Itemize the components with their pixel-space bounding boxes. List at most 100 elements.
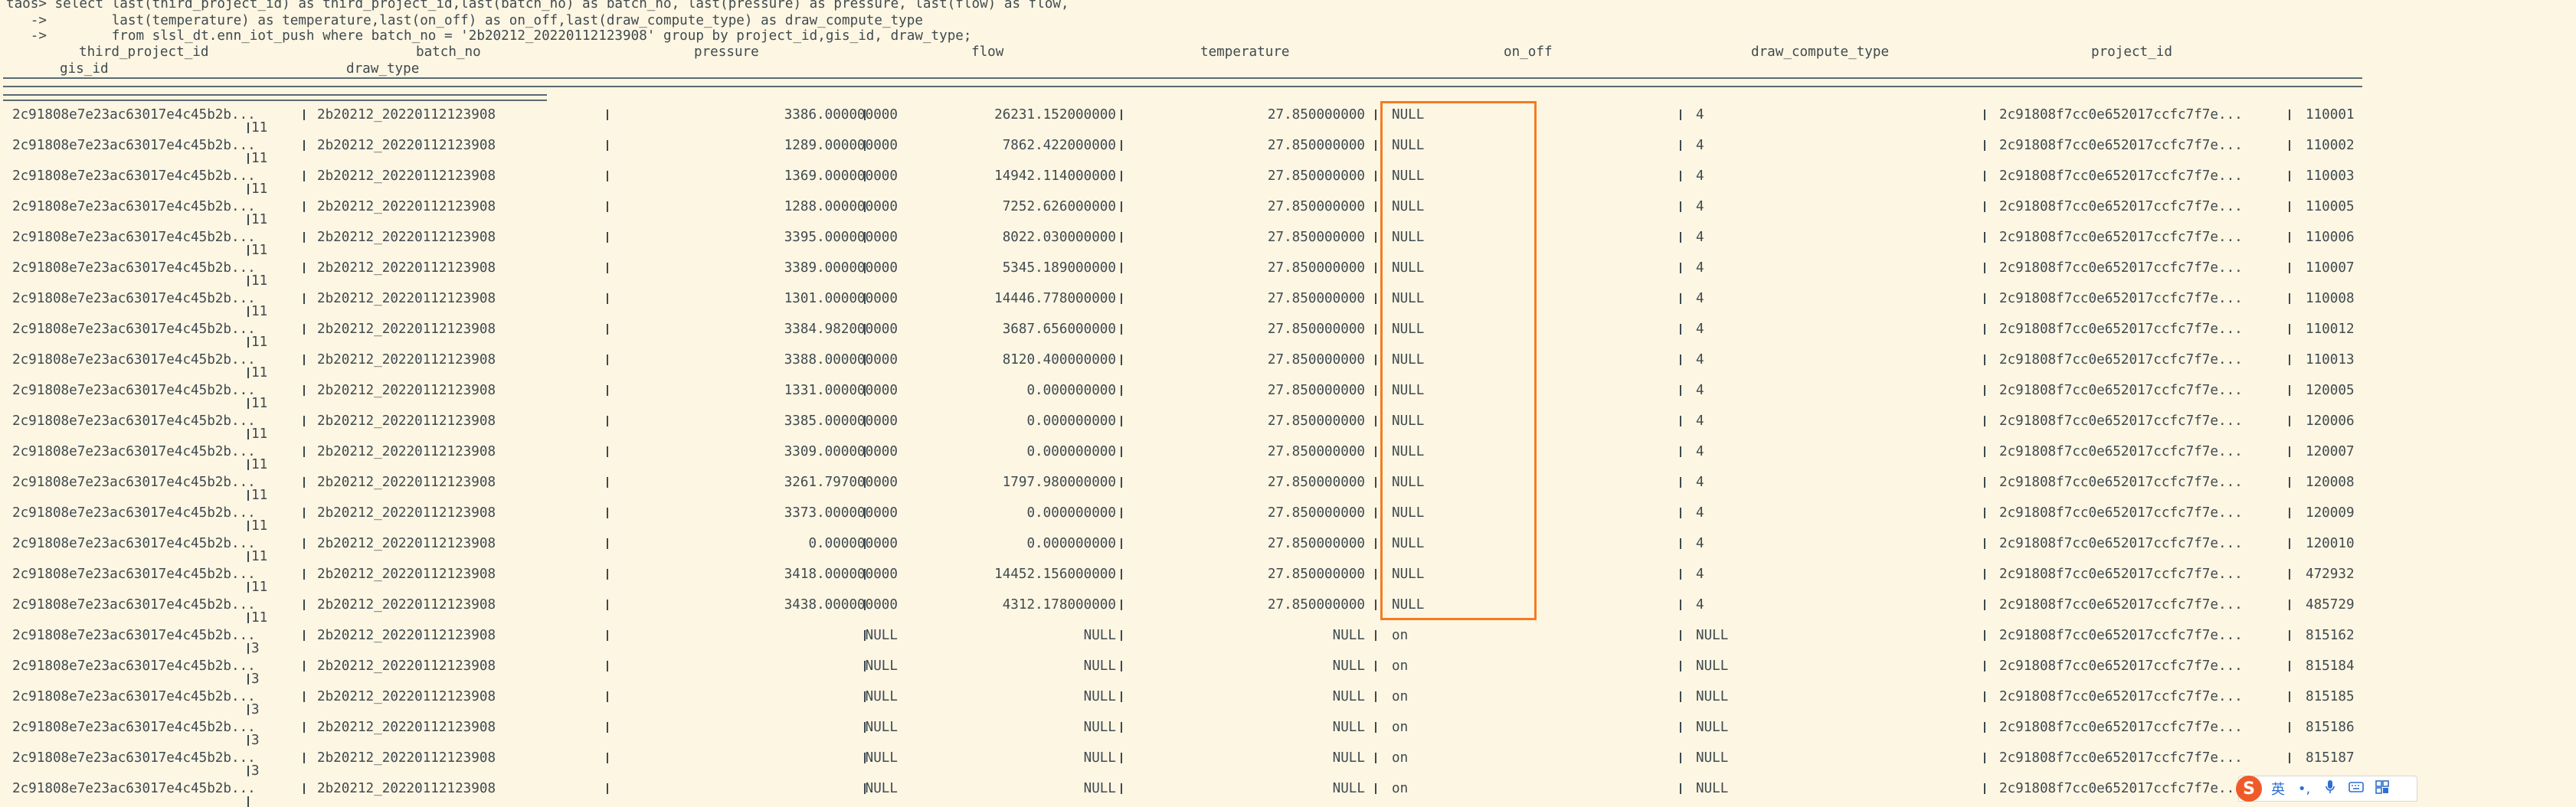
column-separator — [1680, 109, 1681, 120]
column-separator — [1375, 416, 1376, 426]
cell-batch-no: 2b20212_20220112123908 — [317, 628, 496, 643]
cell-flow: NULL — [1083, 658, 1116, 674]
cell-gis-id: 110012 — [2306, 322, 2355, 337]
column-separator — [1121, 140, 1122, 151]
cell-third-project-id: 2c91808e7e23ac63017e4c45b2b... — [12, 352, 256, 368]
keyboard-icon[interactable] — [2346, 781, 2366, 797]
ime-toolbar[interactable]: S 英 •, — [2236, 776, 2417, 802]
column-separator — [247, 398, 249, 409]
column-separator — [1680, 753, 1681, 763]
column-separator — [1984, 446, 1985, 457]
column-separator — [864, 569, 866, 580]
column-separator — [1680, 600, 1681, 610]
column-separator — [247, 704, 249, 715]
cell-draw-type: 11 — [251, 518, 268, 534]
column-separator — [607, 569, 608, 580]
cell-draw-compute-type: 4 — [1696, 352, 1704, 368]
cell-draw-compute-type: 4 — [1696, 291, 1704, 306]
cell-gis-id: 110006 — [2306, 230, 2355, 245]
terminal-window[interactable]: taos> select last(third_project_id) as t… — [0, 0, 2576, 807]
cell-project-id: 2c91808f7cc0e652017ccfc7f7e... — [1999, 536, 2243, 551]
cell-temperature: NULL — [1332, 720, 1365, 735]
column-separator — [1121, 661, 1122, 671]
column-separator — [1121, 324, 1122, 335]
cell-pressure: 0.000000000 — [808, 536, 898, 551]
cell-draw-compute-type: NULL — [1696, 750, 1729, 766]
ime-punctuation-toggle[interactable]: •, — [2294, 781, 2314, 797]
cell-draw-compute-type: 4 — [1696, 413, 1704, 429]
column-separator — [607, 385, 608, 396]
cell-draw-compute-type: 4 — [1696, 199, 1704, 214]
column-separator — [1984, 263, 1985, 273]
column-separator — [1984, 600, 1985, 610]
cell-flow: NULL — [1083, 689, 1116, 704]
toolbox-icon[interactable] — [2372, 779, 2392, 798]
cell-project-id: 2c91808f7cc0e652017ccfc7f7e... — [1999, 689, 2243, 704]
column-separator — [1121, 630, 1122, 641]
cell-pressure: 1289.000000000 — [784, 138, 898, 153]
column-separator — [1121, 446, 1122, 457]
cell-on-off: NULL — [1392, 230, 1425, 245]
microphone-icon[interactable] — [2320, 779, 2340, 799]
column-separator — [1375, 385, 1376, 396]
column-separator — [1121, 477, 1122, 488]
column-separator — [1375, 630, 1376, 641]
cell-draw-compute-type: 4 — [1696, 322, 1704, 337]
column-separator — [1375, 201, 1376, 212]
cell-temperature: 27.850000000 — [1267, 168, 1365, 184]
column-separator — [1984, 508, 1985, 518]
cell-third-project-id: 2c91808e7e23ac63017e4c45b2b... — [12, 628, 256, 643]
cell-draw-compute-type: NULL — [1696, 781, 1729, 796]
cell-project-id: 2c91808f7cc0e652017ccfc7f7e... — [1999, 352, 2243, 368]
column-separator — [1984, 722, 1985, 733]
column-separator — [1680, 538, 1681, 549]
column-separator — [607, 232, 608, 243]
cell-batch-no: 2b20212_20220112123908 — [317, 475, 496, 490]
cell-gis-id: 110013 — [2306, 352, 2355, 368]
ime-language-toggle[interactable]: 英 — [2268, 779, 2288, 799]
column-separator — [607, 477, 608, 488]
column-separator — [864, 324, 866, 335]
column-separator — [2289, 324, 2290, 335]
cell-pressure: 1288.000000000 — [784, 199, 898, 214]
cell-temperature: 27.850000000 — [1267, 597, 1365, 613]
header-on-off: on_off — [1504, 44, 1553, 60]
column-separator — [1984, 569, 1985, 580]
column-separator — [247, 245, 249, 256]
column-separator — [247, 368, 249, 378]
column-separator — [607, 324, 608, 335]
column-separator — [864, 109, 866, 120]
column-separator — [2289, 691, 2290, 702]
column-separator — [864, 753, 866, 763]
cell-pressure: NULL — [865, 658, 898, 674]
column-separator — [1680, 416, 1681, 426]
cell-temperature: NULL — [1332, 628, 1365, 643]
cell-on-off: NULL — [1392, 444, 1425, 459]
column-separator — [1680, 569, 1681, 580]
cell-temperature: 27.850000000 — [1267, 322, 1365, 337]
cell-on-off: NULL — [1392, 475, 1425, 490]
column-separator — [247, 521, 249, 531]
column-separator — [1984, 630, 1985, 641]
cell-third-project-id: 2c91808e7e23ac63017e4c45b2b... — [12, 750, 256, 766]
column-separator — [1121, 263, 1122, 273]
cell-project-id: 2c91808f7cc0e652017ccfc7f7e... — [1999, 138, 2243, 153]
column-separator — [864, 600, 866, 610]
cell-third-project-id: 2c91808e7e23ac63017e4c45b2b... — [12, 536, 256, 551]
cell-temperature: 27.850000000 — [1267, 383, 1365, 398]
column-separator — [1984, 109, 1985, 120]
cell-batch-no: 2b20212_20220112123908 — [317, 720, 496, 735]
column-separator — [1375, 661, 1376, 671]
cell-third-project-id: 2c91808e7e23ac63017e4c45b2b... — [12, 230, 256, 245]
column-separator — [607, 630, 608, 641]
sogou-logo-icon[interactable]: S — [2236, 776, 2262, 802]
column-separator — [247, 153, 249, 164]
cell-third-project-id: 2c91808e7e23ac63017e4c45b2b... — [12, 322, 256, 337]
cell-on-off: on — [1392, 628, 1409, 643]
cell-draw-compute-type: 4 — [1696, 505, 1704, 521]
column-separator — [303, 661, 305, 671]
header-separator — [3, 77, 2362, 87]
cell-gis-id: 120008 — [2306, 475, 2355, 490]
column-separator — [864, 446, 866, 457]
column-separator — [2289, 753, 2290, 763]
